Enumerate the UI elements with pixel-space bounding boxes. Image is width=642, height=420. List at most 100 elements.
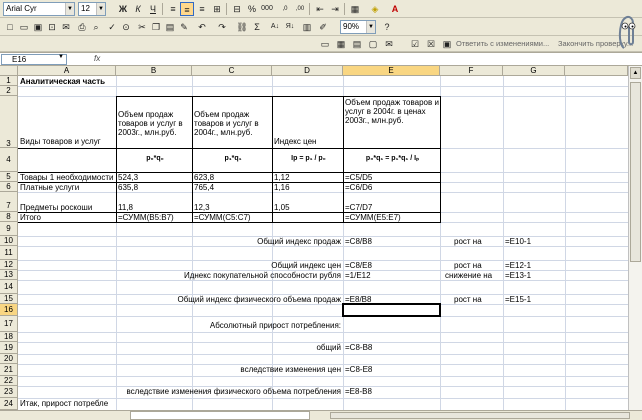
cell-e12[interactable]: =C8/E8 — [343, 261, 372, 270]
cell-d23[interactable]: вследствие изменения физического объема … — [125, 387, 344, 396]
row-header[interactable]: 17 — [0, 316, 18, 332]
cell-e10[interactable]: =C8/B8 — [343, 237, 372, 246]
row-header[interactable]: 1 — [0, 76, 18, 86]
paste-icon[interactable]: ▤ — [163, 20, 177, 34]
cell-b7[interactable]: 11,8 — [116, 203, 133, 212]
row-header[interactable]: 21 — [0, 364, 18, 376]
row-header[interactable]: 4 — [0, 148, 18, 172]
cell-d21[interactable]: вследствие изменения цен — [100, 365, 343, 374]
align-left-icon[interactable]: ≡ — [166, 2, 180, 16]
permission-icon[interactable]: ⊡ — [45, 20, 59, 34]
column-header-b[interactable]: B — [116, 66, 192, 76]
cell-e23[interactable]: =E8-B8 — [343, 387, 372, 396]
cell-f10[interactable]: рост на — [452, 237, 482, 246]
merge-center-icon[interactable]: ⊞ — [210, 2, 224, 16]
cell-d15[interactable]: Общий индекс физического объема продаж — [100, 295, 343, 304]
row-header[interactable]: 15 — [0, 294, 18, 304]
cell-d12[interactable]: Общий индекс цен — [100, 261, 343, 270]
format-painter-icon[interactable]: ✎ — [177, 20, 191, 34]
research-icon[interactable]: ⊙ — [119, 20, 133, 34]
mail-icon[interactable]: ✉ — [382, 37, 396, 51]
row-header[interactable]: 7 — [0, 192, 18, 212]
bold-icon[interactable]: Ж — [116, 2, 130, 16]
horizontal-scrollbar[interactable] — [330, 412, 630, 419]
currency-icon[interactable]: ⊟ — [230, 2, 244, 16]
row-header[interactable]: 14 — [0, 280, 18, 294]
cell-b4[interactable]: p₀*q₀ — [116, 154, 192, 163]
cell-d5[interactable]: 1,12 — [272, 173, 290, 182]
redo-icon[interactable]: ↷ — [215, 20, 229, 34]
cell-d10[interactable]: Общий индекс продаж — [100, 237, 343, 246]
align-right-icon[interactable]: ≡ — [195, 2, 209, 16]
row-header[interactable]: 2 — [0, 86, 18, 96]
cell-d4[interactable]: Ip = p₁ / p₀ — [272, 154, 343, 163]
increase-decimal-icon[interactable]: ,0 — [278, 2, 292, 16]
sort-asc-icon[interactable]: A↓ — [268, 20, 282, 34]
row-header[interactable]: 3 — [0, 96, 18, 148]
cell-e19[interactable]: =C8-B8 — [343, 343, 372, 352]
cut-icon[interactable]: ✂ — [135, 20, 149, 34]
cell-d7[interactable]: 1,05 — [272, 203, 290, 212]
row-header[interactable]: 16 — [0, 304, 18, 316]
row-header[interactable]: 5 — [0, 172, 18, 182]
cell-d3[interactable]: Индекс цен — [272, 137, 316, 146]
thousands-icon[interactable]: 000 — [260, 2, 274, 16]
print-icon[interactable]: ⎙ — [75, 20, 89, 34]
column-header-a[interactable]: A — [18, 66, 116, 76]
underline-icon[interactable]: Ч — [146, 2, 160, 16]
cell-c7[interactable]: 12,3 — [192, 203, 210, 212]
cell-c4[interactable]: p₁*q₁ — [192, 154, 272, 163]
sheet-tab-area[interactable] — [130, 411, 310, 420]
sort-desc-icon[interactable]: Я↓ — [283, 20, 297, 34]
align-center-icon[interactable]: ≡ — [180, 2, 194, 16]
cell-b5[interactable]: 524,3 — [116, 173, 138, 182]
chart-wizard-icon[interactable]: ▥ — [300, 20, 314, 34]
cell-g10[interactable]: =E10-1 — [503, 237, 531, 246]
row-header[interactable]: 13 — [0, 270, 18, 280]
zoom-select[interactable]: 90% ▼ — [340, 20, 376, 34]
row-header[interactable]: 19 — [0, 342, 18, 354]
accept-icon[interactable]: ☑ — [408, 37, 422, 51]
row-header[interactable]: 22 — [0, 376, 18, 386]
cell-d13[interactable]: Иднекс покупательной способности рубля — [100, 271, 343, 280]
column-header-e[interactable]: E — [343, 66, 440, 76]
cell-a6[interactable]: Платные услуги — [18, 183, 79, 192]
cell-a8[interactable]: Итого — [18, 213, 41, 222]
print-preview-icon[interactable]: ⌕ — [89, 20, 103, 34]
cell-c6[interactable]: 765,4 — [192, 183, 214, 192]
save-icon[interactable]: ▣ — [31, 20, 45, 34]
borders-icon[interactable]: ▦ — [348, 2, 362, 16]
decrease-indent-icon[interactable]: ⇤ — [313, 2, 327, 16]
reply-with-changes-button[interactable]: Ответить с изменениями... — [456, 39, 549, 48]
increase-indent-icon[interactable]: ⇥ — [328, 2, 342, 16]
cell-f12[interactable]: рост на — [452, 261, 482, 270]
column-header-h[interactable] — [565, 66, 628, 76]
table-icon[interactable]: ▦ — [334, 37, 348, 51]
active-cell-e16[interactable] — [342, 303, 441, 317]
cell-c8[interactable]: =СУММ(C5:C7) — [192, 213, 251, 222]
cell-a7[interactable]: Предметы роскоши — [18, 203, 92, 212]
comment-icon[interactable]: ▢ — [366, 37, 380, 51]
column-header-c[interactable]: C — [192, 66, 272, 76]
help-icon[interactable]: ? — [380, 20, 394, 34]
chevron-down-icon[interactable]: ▼ — [58, 54, 64, 60]
font-name-select[interactable]: Arial Cyr ▼ — [3, 2, 75, 16]
cell-g15[interactable]: =E15-1 — [503, 295, 531, 304]
cell-a5[interactable]: Товары 1 необходимости — [18, 173, 113, 182]
select-all-corner[interactable] — [0, 66, 18, 76]
folder-icon[interactable]: ▭ — [318, 37, 332, 51]
row-header[interactable]: 10 — [0, 236, 18, 246]
italic-icon[interactable]: К — [131, 2, 145, 16]
cell-e13[interactable]: =1/E12 — [343, 271, 371, 280]
row-header[interactable]: 20 — [0, 354, 18, 364]
cell-b3[interactable]: Объем продаж товаров и услуг в 2003г., м… — [116, 110, 192, 137]
cell-c3[interactable]: Объем продаж товаров и услуг в 2004г., м… — [192, 110, 272, 137]
percent-icon[interactable]: % — [245, 2, 259, 16]
autosum-icon[interactable]: Σ — [250, 20, 264, 34]
office-assistant-icon[interactable] — [616, 14, 638, 52]
vertical-scrollbar[interactable]: ▲ — [628, 66, 642, 410]
cell-e3[interactable]: Объем продаж товаров и услуг в 2004г. в … — [343, 98, 440, 125]
cell-a3[interactable]: Виды товаров и услуг — [18, 137, 101, 146]
cell-c5[interactable]: 623,8 — [192, 173, 214, 182]
new-icon[interactable]: □ — [3, 20, 17, 34]
